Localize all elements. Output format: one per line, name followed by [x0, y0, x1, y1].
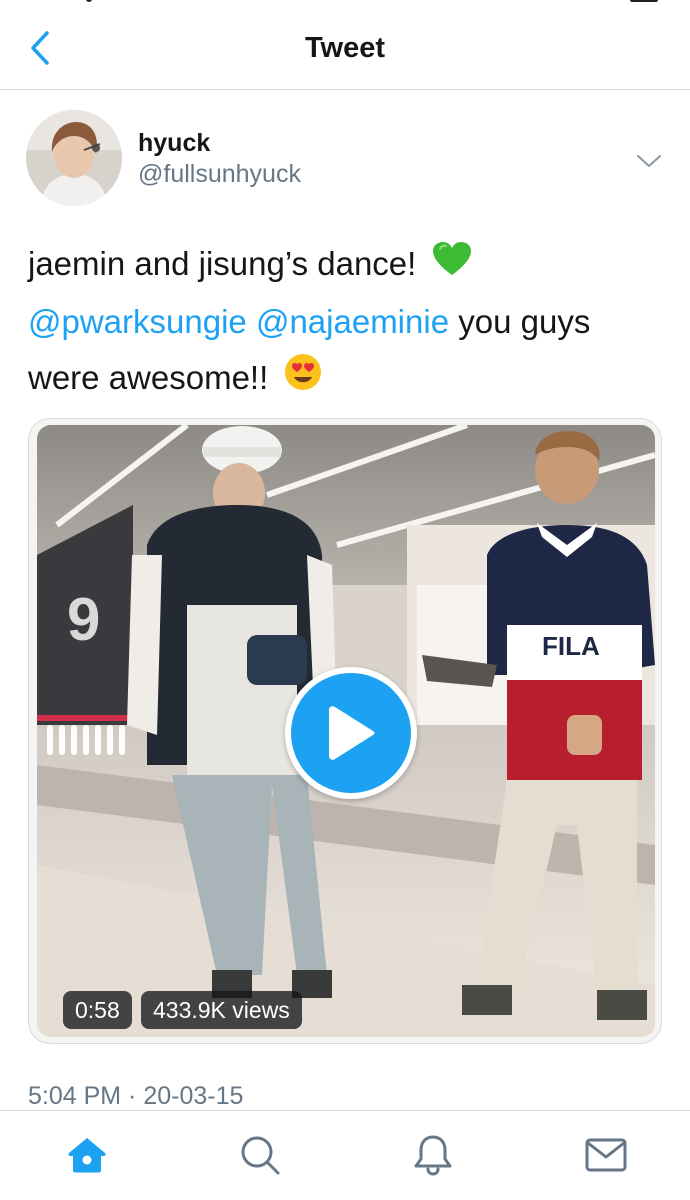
mail-icon [585, 1138, 627, 1172]
tweet-timestamp: 5:04 PM · 20-03-15 [28, 1082, 244, 1110]
status-indicator [86, 0, 92, 2]
tab-messages[interactable] [582, 1131, 630, 1179]
author-names: hyuck @fullsunhyuck [138, 128, 301, 190]
svg-text:9: 9 [67, 586, 100, 653]
bell-icon [414, 1135, 452, 1176]
author-display-name[interactable]: hyuck [138, 128, 301, 158]
page-title: Tweet [304, 32, 386, 64]
avatar[interactable] [26, 110, 122, 206]
mention-link[interactable]: @pwarksungie [28, 303, 247, 340]
mention-link[interactable]: @najaeminie [256, 303, 449, 340]
author-handle[interactable]: @fullsunhyuck [138, 158, 301, 190]
tweet-text-line-1: jaemin and jisung’s dance! [28, 236, 668, 294]
home-icon [68, 1138, 106, 1173]
tweet-media: 9 FILA 0:58 433.9K views [28, 418, 662, 1044]
tab-search[interactable] [236, 1131, 284, 1179]
tab-bar [0, 1110, 690, 1200]
tweet-text: jaemin and jisung’s dance! @pwarksungie … [28, 236, 668, 409]
green-heart-emoji [432, 238, 472, 294]
video-duration: 0:58 [63, 991, 132, 1029]
avatar-image [26, 110, 122, 206]
chevron-down-icon [637, 155, 661, 167]
tweet-text-segment: jaemin and jisung’s dance! [28, 245, 417, 282]
search-icon [241, 1136, 280, 1175]
navigation-bar: Tweet [0, 8, 690, 90]
tweet-text-line-2: @pwarksungie @najaeminie you guys [28, 294, 668, 350]
svg-text:FILA: FILA [542, 631, 600, 661]
play-icon [329, 706, 375, 760]
tweet-author: hyuck @fullsunhyuck [26, 110, 666, 210]
battery-indicator [630, 0, 658, 2]
tab-home[interactable] [63, 1131, 111, 1179]
tweet-options-button[interactable] [632, 144, 666, 178]
tweet-text-segment: were awesome!! [28, 359, 269, 397]
play-button[interactable] [285, 667, 417, 799]
tweet-text-line-3: were awesome!! [28, 350, 668, 409]
tweet-text-segment: you guys [458, 303, 591, 341]
video-player[interactable]: 9 FILA 0:58 433.9K views [37, 425, 655, 1037]
tab-notifications[interactable] [409, 1131, 457, 1179]
status-bar [0, 0, 690, 8]
heart-eyes-emoji [283, 352, 323, 409]
video-view-count: 433.9K views [141, 991, 302, 1029]
